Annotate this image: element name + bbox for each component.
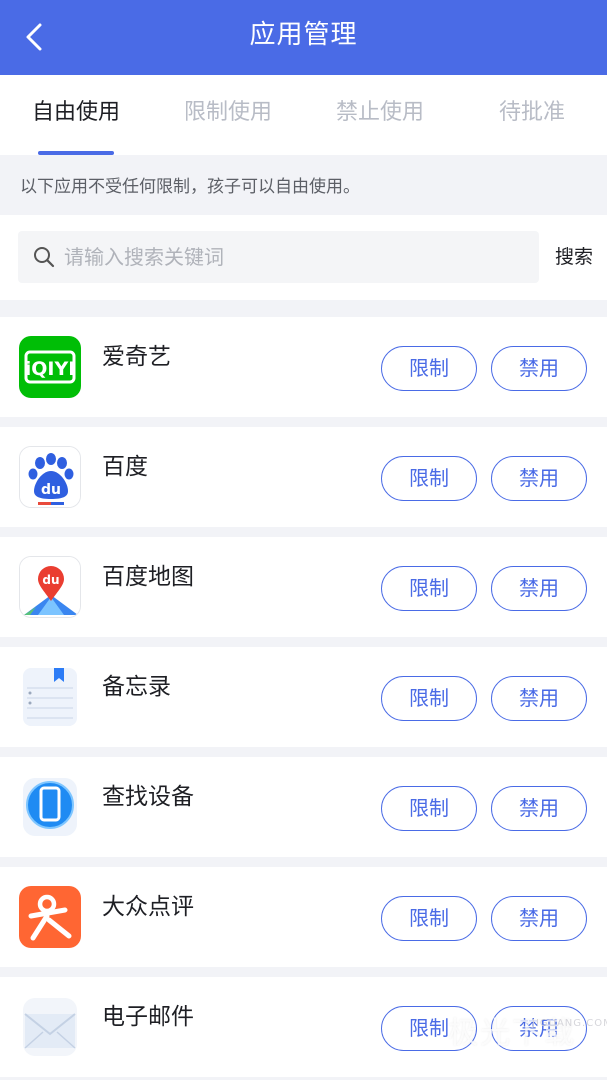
svg-text:iQIYI: iQIYI (25, 358, 76, 380)
ban-button[interactable]: 禁用 (491, 896, 587, 941)
limit-button[interactable]: 限制 (381, 676, 477, 721)
app-name: 百度地图 (102, 564, 194, 590)
tab-bar: 自由使用 限制使用 禁止使用 待批准 (0, 75, 607, 155)
find-device-icon (19, 776, 81, 838)
ban-button[interactable]: 禁用 (491, 786, 587, 831)
tab-pending-approval[interactable]: 待批准 (482, 75, 582, 155)
back-button[interactable] (14, 17, 54, 57)
app-row-baidu: du 百度 限制 禁用 (0, 427, 607, 527)
app-row-baidu-map: du 百度地图 限制 禁用 (0, 537, 607, 637)
top-bar: 应用管理 (0, 0, 607, 75)
search-input[interactable] (64, 231, 524, 283)
limit-button[interactable]: 限制 (381, 346, 477, 391)
app-row-find-device: 查找设备 限制 禁用 (0, 757, 607, 857)
mail-icon (19, 996, 81, 1058)
svg-text:du: du (41, 482, 61, 498)
dianping-icon (19, 886, 81, 948)
ban-button[interactable]: 禁用 (491, 456, 587, 501)
search-button[interactable]: 搜索 (548, 231, 600, 283)
notice-text: 以下应用不受任何限制，孩子可以自由使用。 (20, 177, 360, 197)
notice-banner: 以下应用不受任何限制，孩子可以自由使用。 (0, 155, 607, 215)
app-row-dianping: 大众点评 限制 禁用 (0, 867, 607, 967)
notepad-icon (19, 666, 81, 728)
ban-button[interactable]: 禁用 (491, 676, 587, 721)
tab-free-use[interactable]: 自由使用 (18, 75, 134, 155)
watermark-text: 极光下载 (448, 1016, 576, 1051)
ban-button[interactable]: 禁用 (491, 566, 587, 611)
limit-button[interactable]: 限制 (381, 456, 477, 501)
app-name: 爱奇艺 (102, 344, 171, 370)
limit-button[interactable]: 限制 (381, 786, 477, 831)
tab-forbidden-use[interactable]: 禁止使用 (320, 75, 440, 155)
page-title: 应用管理 (249, 20, 358, 50)
search-box (18, 231, 539, 283)
app-row-iqiyi: iQIYI 爱奇艺 限制 禁用 (0, 317, 607, 417)
limit-button[interactable]: 限制 (381, 896, 477, 941)
app-name: 电子邮件 (102, 1004, 194, 1030)
svg-text:du: du (42, 573, 59, 587)
chevron-left-icon (26, 23, 42, 51)
app-name: 备忘录 (102, 674, 171, 700)
search-bar: 搜索 (0, 215, 607, 300)
limit-button[interactable]: 限制 (381, 566, 477, 611)
app-name: 大众点评 (102, 894, 194, 920)
baidu-map-icon: du (19, 556, 81, 618)
baidu-paw-icon: du (19, 446, 81, 508)
tab-restricted-use[interactable]: 限制使用 (168, 75, 288, 155)
ban-button[interactable]: 禁用 (491, 346, 587, 391)
app-row-notes: 备忘录 限制 禁用 (0, 647, 607, 747)
watermark-subtext: JIGUANG.COM (532, 1018, 607, 1029)
search-icon (34, 247, 55, 268)
iqiyi-icon: iQIYI (19, 336, 81, 398)
app-name: 查找设备 (102, 784, 194, 810)
app-name: 百度 (102, 454, 148, 480)
